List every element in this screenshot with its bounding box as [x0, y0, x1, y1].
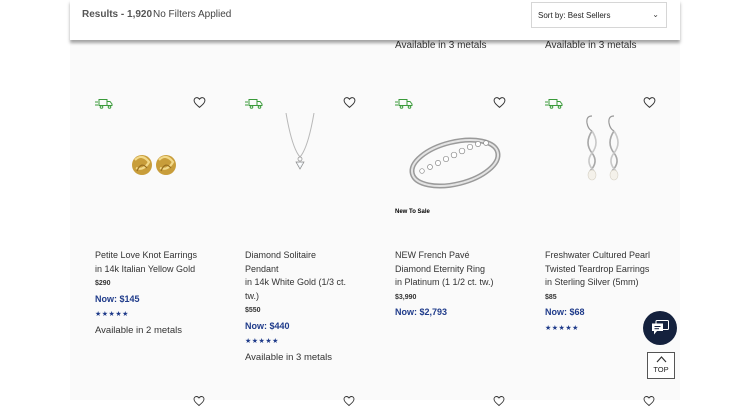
original-price: $290 — [95, 280, 111, 287]
truck-icon — [245, 99, 263, 109]
truck-icon — [545, 99, 563, 109]
product-name[interactable]: Freshwater Cultured Pearl Twisted Teardr… — [545, 249, 675, 290]
back-to-top-button[interactable]: TOP — [647, 352, 675, 379]
product-image[interactable] — [250, 113, 360, 208]
product-name-line: NEW French Pavé — [395, 250, 470, 260]
sale-badge: New To Sale — [395, 209, 430, 215]
truck-icon — [95, 99, 113, 109]
results-bar: Results - 1,920 No Filters Applied Sort … — [70, 0, 680, 40]
availability-text: Available in 3 metals — [545, 40, 637, 51]
sale-price: Now: $145 — [95, 293, 140, 304]
product-card[interactable]: Diamond Solitaire Pendant in 14k White G… — [240, 88, 380, 368]
sort-label: Sort by: Best Sellers — [538, 11, 611, 20]
product-name-line: Twisted Teardrop Earrings — [545, 263, 650, 274]
product-name[interactable]: Petite Love Knot Earrings in 14k Italian… — [95, 249, 225, 276]
original-price: $3,990 — [395, 293, 417, 301]
partial-product-row: Available in 3 metals Available in 3 met… — [70, 40, 680, 60]
top-label: TOP — [653, 365, 669, 374]
product-info: NEW French Pavé Diamond Eternity Ring in… — [395, 249, 525, 320]
heart-icon[interactable] — [643, 96, 656, 109]
sale-price: Now: $2,793 — [395, 307, 448, 317]
original-price: $550 — [245, 307, 261, 314]
availability-text: Available in 2 metals — [95, 324, 182, 336]
product-name-line: in Sterling Silver (5mm) — [545, 277, 639, 287]
heart-icon[interactable] — [193, 96, 206, 109]
product-name-line: in 14k White Gold (1/3 ct. — [245, 277, 347, 287]
availability-text: Available in 3 metals — [245, 351, 332, 363]
product-name-line: in Platinum (1 1/2 ct. tw.) — [395, 277, 494, 287]
star-rating: ★★★★★ — [95, 311, 129, 318]
product-info: Diamond Solitaire Pendant in 14k White G… — [245, 249, 375, 364]
product-name-line: Freshwater Cultured Pearl — [545, 250, 651, 260]
product-info: Petite Love Knot Earrings in 14k Italian… — [95, 249, 225, 337]
availability-text: Available in 3 metals — [395, 40, 487, 51]
product-image[interactable] — [550, 113, 660, 208]
product-name[interactable]: NEW French Pavé Diamond Eternity Ring in… — [395, 249, 525, 290]
heart-icon[interactable] — [643, 395, 655, 407]
product-card[interactable]: Petite Love Knot Earrings in 14k Italian… — [90, 88, 230, 368]
product-name-line: Pendant — [245, 263, 279, 274]
product-card[interactable]: New To Sale NEW French Pavé Diamond Eter… — [390, 88, 530, 368]
heart-icon[interactable] — [493, 395, 505, 407]
sort-dropdown[interactable]: Sort by: Best Sellers ⌄ — [531, 2, 667, 28]
product-name-line: Diamond Solitaire — [245, 250, 317, 260]
sale-price: Now: $440 — [245, 320, 290, 331]
arrow-up-icon — [656, 356, 667, 363]
original-price: $85 — [545, 293, 557, 301]
chevron-down-icon: ⌄ — [652, 10, 659, 19]
star-rating: ★★★★★ — [245, 338, 279, 345]
heart-icon[interactable] — [493, 96, 506, 109]
next-row-partial — [0, 395, 750, 407]
heart-icon[interactable] — [343, 96, 356, 109]
product-grid: Petite Love Knot Earrings in 14k Italian… — [70, 88, 680, 400]
heart-icon[interactable] — [193, 395, 205, 407]
filter-status: No Filters Applied — [153, 9, 232, 20]
heart-icon[interactable] — [343, 395, 355, 407]
chat-icon — [652, 320, 669, 335]
product-name-line: Petite Love Knot Earrings — [95, 250, 198, 260]
product-name[interactable]: Diamond Solitaire Pendant in 14k White G… — [245, 249, 375, 303]
product-name-line: Diamond Eternity Ring — [395, 263, 486, 274]
product-name-line: in 14k Italian Yellow Gold — [95, 263, 196, 274]
product-image[interactable] — [400, 113, 510, 208]
chat-button[interactable] — [643, 311, 677, 345]
product-name-line: tw.) — [245, 290, 260, 301]
results-count: Results - 1,920 — [82, 9, 153, 20]
product-image[interactable] — [100, 113, 210, 208]
truck-icon — [395, 99, 413, 109]
